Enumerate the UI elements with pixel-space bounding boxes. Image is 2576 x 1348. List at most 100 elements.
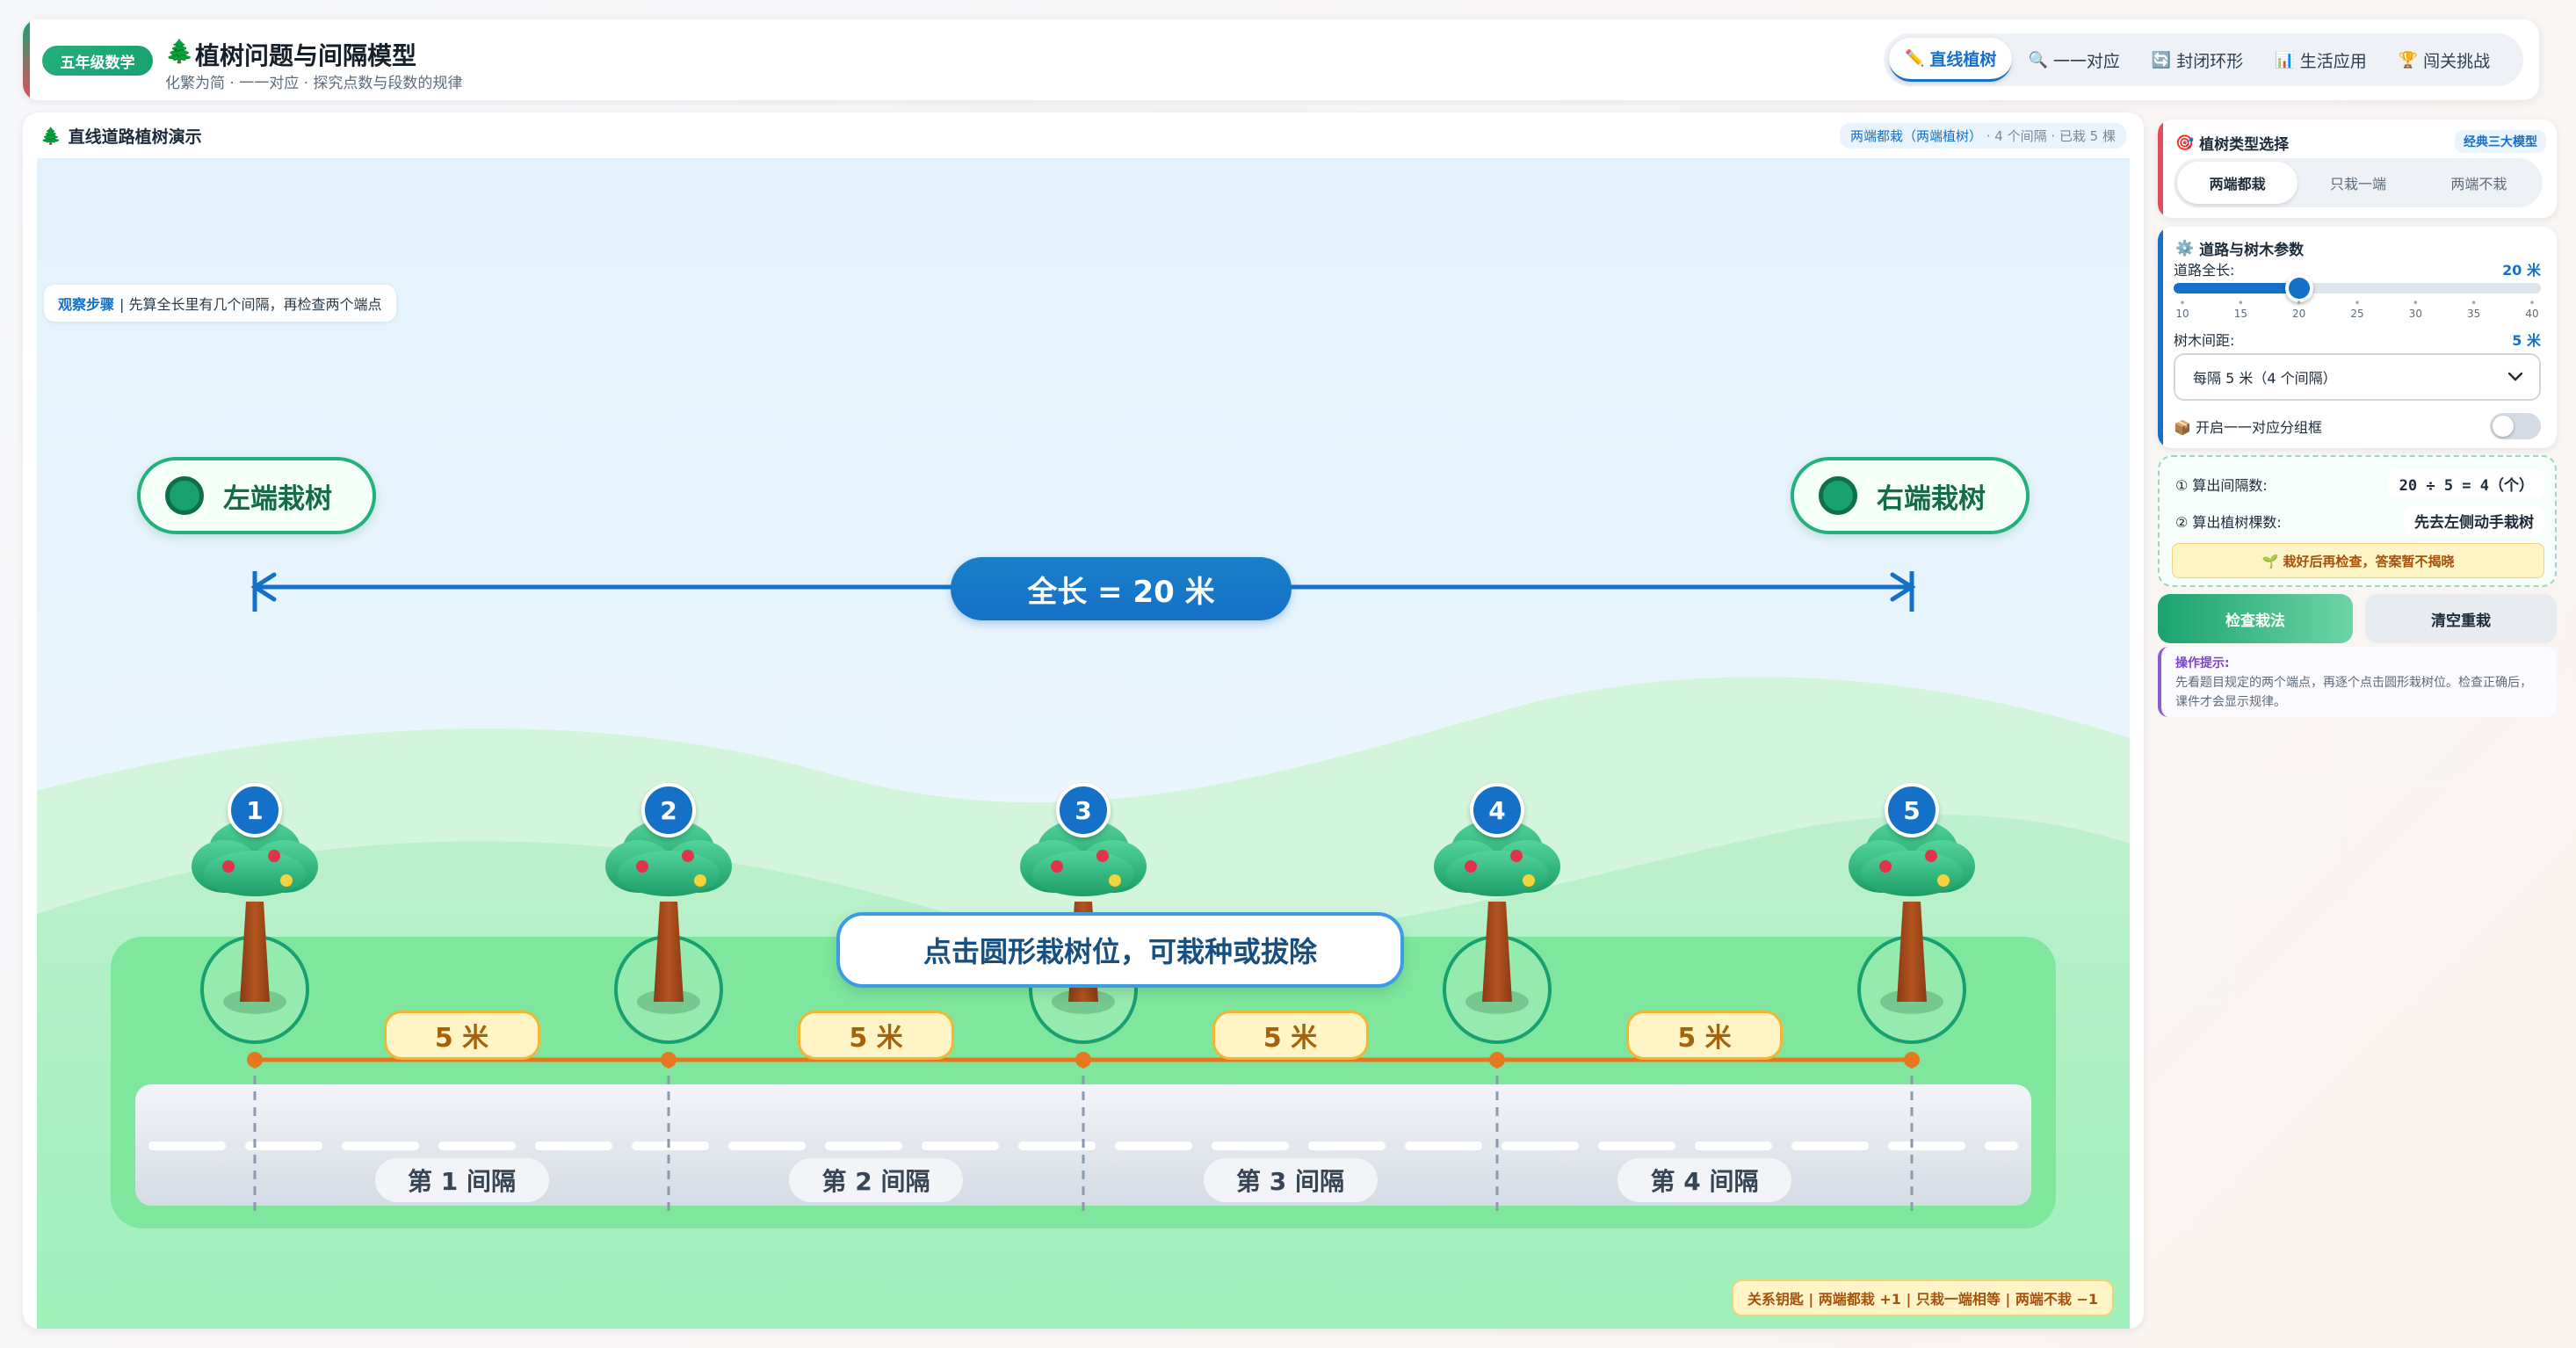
tab-label: 闯关挑战	[2423, 51, 2491, 71]
length-slider[interactable]	[2174, 274, 2541, 302]
tree-fruit	[1937, 874, 1950, 887]
app-subtitle: 化繁为简 · 一一对应 · 探究点数与段数的规律	[165, 75, 463, 92]
scene: 观察步骤 | 先算全长里有几个间隔，再检查两个端点 左端栽树 右端栽树 全长 =…	[37, 158, 2130, 1329]
tree-number-badge: 5	[1885, 783, 1939, 837]
stage-title-text: 直线道路植树演示	[68, 127, 202, 147]
length-row: 道路全长: 20 米	[2174, 258, 2541, 279]
status-mode: 两端都栽（两端植树）	[1849, 127, 1982, 144]
observe-text: | 先算全长里有几个间隔，再检查两个端点	[119, 296, 382, 313]
tab-life-application[interactable]: 📊 生活应用	[2259, 38, 2382, 82]
grouping-toggle-label: 开启一一对应分组框	[2196, 419, 2323, 436]
gap-distance-label: 5 米	[1626, 1011, 1783, 1060]
spacing-select-value: 每隔 5 米（4 个间隔）	[2193, 370, 2337, 387]
check-button[interactable]: 检查栽法	[2158, 594, 2353, 643]
length-value: 20 米	[2502, 262, 2541, 279]
end-dot	[1819, 476, 1857, 515]
gear-icon: ⚙️	[2175, 239, 2195, 257]
tree-number-badge: 2	[641, 783, 696, 837]
pencil-icon: ✏️	[1905, 49, 1925, 68]
spacing-select[interactable]: 每隔 5 米（4 个间隔）	[2174, 353, 2541, 401]
tree-canopy	[1032, 851, 1134, 896]
stage-title: 🌲 直线道路植树演示	[40, 124, 202, 148]
planting-stage: 🌲 直线道路植树演示 两端都栽（两端植树） · 4 个间隔 · 已栽 5 棵 观…	[23, 112, 2144, 1329]
tree-fruit	[1096, 850, 1109, 862]
type-panel-title-text: 植树类型选择	[2199, 136, 2290, 154]
calc-step2-label: ② 算出植树棵数:	[2175, 513, 2282, 531]
tree-fruit	[682, 850, 694, 862]
position-dot	[1904, 1052, 1920, 1068]
status-detail: · 4 个间隔 · 已栽 5 棵	[1981, 127, 2116, 144]
tree-icon: 🌲	[165, 39, 194, 65]
spacing-row: 树木间距: 5 米	[2174, 329, 2541, 350]
segment-label: 第 4 间隔	[1617, 1158, 1791, 1202]
app-header: 五年级数学 🌲 植树问题与间隔模型 化繁为简 · 一一对应 · 探究点数与段数的…	[23, 19, 2539, 100]
box-icon: 📦	[2174, 419, 2191, 436]
gap-distance-label: 5 米	[798, 1011, 954, 1060]
tree-canopy	[204, 851, 306, 896]
params-panel: ⚙️ 道路与树木参数 道路全长: 20 米 10 15 20 25 30 35 40 树木间…	[2158, 227, 2557, 448]
length-label: 道路全长:	[2174, 262, 2235, 279]
hint-bubble: 点击圆形栽树位，可栽种或拔除	[836, 912, 1404, 988]
length-slider-fill	[2174, 283, 2297, 294]
tab-straight-line[interactable]: ✏️ 直线植树	[1889, 38, 2013, 82]
tree-number-badge: 4	[1470, 783, 1524, 837]
tree-canopy	[1446, 851, 1548, 896]
tree-fruit	[1051, 860, 1063, 873]
panel-accent-bar	[2158, 227, 2163, 448]
tree-fruit	[1109, 874, 1121, 887]
tree-icon: 🌲	[40, 126, 62, 146]
tree-fruit	[1510, 850, 1523, 862]
end-dot	[165, 476, 204, 515]
slider-tick-label: 15	[2234, 299, 2247, 320]
tip-text: 先看题目规定的两个端点，再逐个点击圆形栽树位。检查正确后，课件才会显示规律。	[2175, 676, 2532, 709]
tree-fruit	[1879, 860, 1892, 873]
tree-fruit	[1465, 860, 1477, 873]
tab-label: 一一对应	[2052, 51, 2120, 71]
type-both-ends[interactable]: 两端都栽	[2177, 162, 2298, 204]
tree-canopy	[1861, 851, 1963, 896]
calc-step1-value: 20 ÷ 5 = 4（个）	[2388, 469, 2544, 498]
slider-tick-label: 30	[2409, 299, 2422, 320]
position-dot	[1489, 1052, 1505, 1068]
calc-panel: ① 算出间隔数: 20 ÷ 5 = 4（个） ② 算出植树棵数: 先去左侧动手栽…	[2158, 455, 2557, 587]
tree-fruit	[268, 850, 280, 862]
loop-icon: 🔄	[2151, 50, 2172, 69]
tip-title: 操作提示:	[2175, 656, 2230, 670]
slider-tick-label: 25	[2350, 299, 2363, 320]
tab-label: 生活应用	[2299, 51, 2367, 71]
spacing-label: 树木间距:	[2174, 332, 2235, 349]
app-title: 植树问题与间隔模型	[195, 41, 417, 70]
grouping-toggle[interactable]	[2490, 413, 2541, 439]
tab-challenge[interactable]: 🏆 闯关挑战	[2383, 38, 2506, 82]
segment-label: 第 3 间隔	[1203, 1158, 1378, 1202]
reset-button[interactable]: 清空重栽	[2365, 594, 2557, 643]
bar-chart-icon: 📊	[2275, 50, 2295, 69]
calc-step1-label: ① 算出间隔数:	[2175, 476, 2268, 494]
stage-header: 🌲 直线道路植树演示 两端都栽（两端植树） · 4 个间隔 · 已栽 5 棵	[23, 112, 2144, 158]
tree-number-badge: 3	[1056, 783, 1111, 837]
status-badge: 两端都栽（两端植树） · 4 个间隔 · 已栽 5 棵	[1839, 122, 2126, 149]
params-panel-title-text: 道路与树木参数	[2199, 242, 2305, 259]
chevron-down-icon	[2507, 372, 2523, 381]
tree-canopy	[618, 851, 720, 896]
header-accent-bar	[23, 19, 30, 100]
left-end-label: 左端栽树	[223, 482, 332, 515]
type-one-end[interactable]: 只栽一端	[2297, 162, 2418, 204]
gap-distance-label: 5 米	[1212, 1011, 1369, 1060]
type-no-ends[interactable]: 两端不栽	[2419, 162, 2539, 204]
tree-number-badge: 1	[228, 783, 282, 837]
position-dot	[1075, 1052, 1091, 1068]
tab-one-to-one[interactable]: 🔍 一一对应	[2012, 38, 2135, 82]
params-panel-title: ⚙️ 道路与树木参数	[2175, 237, 2305, 260]
position-dot	[247, 1052, 263, 1068]
tree-fruit	[280, 874, 293, 887]
tree-fruit	[636, 860, 648, 873]
magnifier-icon: 🔍	[2028, 50, 2048, 69]
segment-label: 第 2 间隔	[789, 1158, 963, 1202]
tab-label: 封闭环形	[2176, 51, 2244, 71]
observe-label: 观察步骤	[58, 296, 115, 313]
tip-panel: 操作提示: 先看题目规定的两个端点，再逐个点击圆形栽树位。检查正确后，课件才会显…	[2158, 647, 2557, 717]
tab-closed-loop[interactable]: 🔄 封闭环形	[2136, 38, 2259, 82]
type-segmented-control: 两端都栽 只栽一端 两端不栽	[2174, 158, 2543, 207]
left-end-pill: 左端栽树	[137, 457, 376, 534]
